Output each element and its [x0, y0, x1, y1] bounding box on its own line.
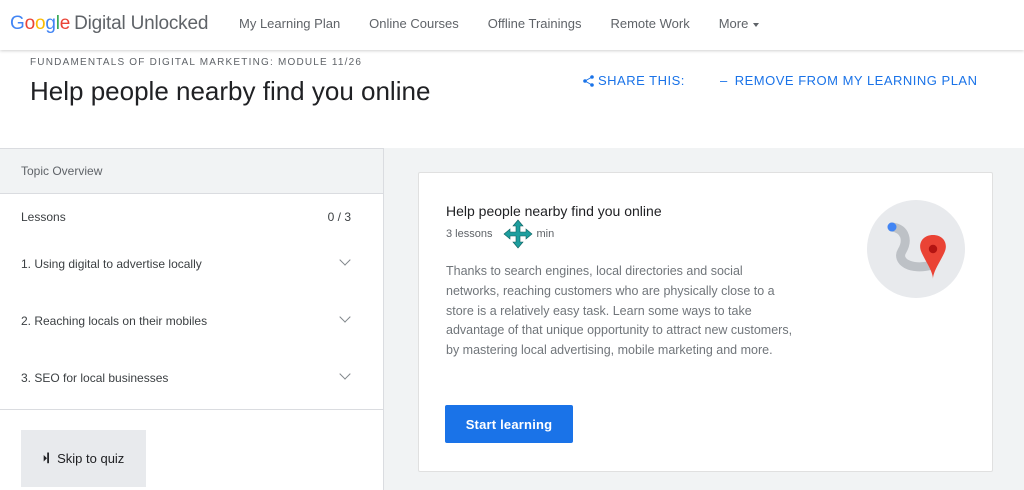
nav-more-label: More	[718, 16, 749, 31]
nav-my-learning-plan[interactable]: My Learning Plan	[239, 16, 340, 31]
chevron-down-icon[interactable]	[339, 254, 351, 266]
module-label: FUNDAMENTALS OF DIGITAL MARKETING: MODUL…	[30, 57, 363, 68]
lessons-count: 3 lessons	[446, 228, 493, 240]
caret-down-icon	[753, 22, 760, 27]
logo-letter: o	[24, 13, 36, 34]
skip-icon: ⏵▎	[42, 453, 55, 463]
lesson-label: 1. Using digital to advertise locally	[21, 257, 202, 271]
lesson-item-2[interactable]: 2. Reaching locals on their mobiles	[0, 293, 383, 350]
nav-links: My Learning Plan Online Courses Offline …	[239, 16, 788, 31]
topic-card: Help people nearby find you online 3 les…	[418, 172, 993, 472]
nav-more-menu[interactable]: More	[719, 16, 760, 31]
product-name: Digital Unlocked	[74, 13, 209, 34]
logo-letter: g	[45, 13, 56, 34]
remove-from-plan-button[interactable]: – REMOVE FROM MY LEARNING PLAN	[720, 73, 977, 88]
lesson-label: 3. SEO for local businesses	[21, 371, 169, 385]
lesson-label: 2. Reaching locals on their mobiles	[21, 314, 208, 328]
minus-icon: –	[720, 73, 728, 88]
lessons-header: Lessons 0 / 3	[0, 194, 383, 236]
skip-to-quiz-button[interactable]: ⏵▎ Skip to quiz	[21, 430, 146, 487]
logo-letter: G	[10, 13, 25, 34]
duration: min	[536, 228, 555, 240]
sidebar: Topic Overview Lessons 0 / 3 1. Using di…	[0, 148, 384, 490]
card-meta: 3 lessons min	[446, 228, 554, 240]
skip-to-quiz-label: Skip to quiz	[57, 451, 125, 466]
lessons-progress-count: 0 / 3	[327, 210, 351, 224]
move-cursor-icon	[503, 219, 533, 249]
lesson-item-3[interactable]: 3. SEO for local businesses	[0, 350, 383, 407]
card-description: Thanks to search engines, local director…	[446, 264, 793, 358]
card-title: Help people nearby find you online	[446, 203, 662, 219]
chevron-down-icon[interactable]	[339, 311, 351, 323]
top-navigation: Google Digital Unlocked My Learning Plan …	[0, 0, 1024, 50]
start-learning-button[interactable]: Start learning	[445, 405, 573, 443]
logo[interactable]: Google Digital Unlocked	[10, 13, 208, 35]
chevron-down-icon[interactable]	[339, 368, 351, 380]
nav-online-courses[interactable]: Online Courses	[369, 16, 459, 31]
nav-offline-trainings[interactable]: Offline Trainings	[488, 16, 582, 31]
topic-overview-header[interactable]: Topic Overview	[0, 149, 383, 194]
remove-label: REMOVE FROM MY LEARNING PLAN	[734, 73, 978, 88]
nav-remote-work[interactable]: Remote Work	[610, 16, 689, 31]
lessons-label: Lessons	[21, 210, 66, 224]
lesson-item-1[interactable]: 1. Using digital to advertise locally	[0, 236, 383, 293]
logo-letter: o	[34, 13, 46, 34]
page-title: Help people nearby find you online	[30, 76, 431, 106]
sidebar-divider	[0, 409, 383, 410]
share-label: SHARE THIS:	[598, 73, 685, 88]
logo-letter: e	[59, 13, 71, 34]
google-wordmark: Google	[10, 13, 70, 34]
location-map-icon	[867, 200, 965, 298]
share-icon	[583, 74, 594, 87]
share-button[interactable]: SHARE THIS:	[583, 73, 685, 88]
